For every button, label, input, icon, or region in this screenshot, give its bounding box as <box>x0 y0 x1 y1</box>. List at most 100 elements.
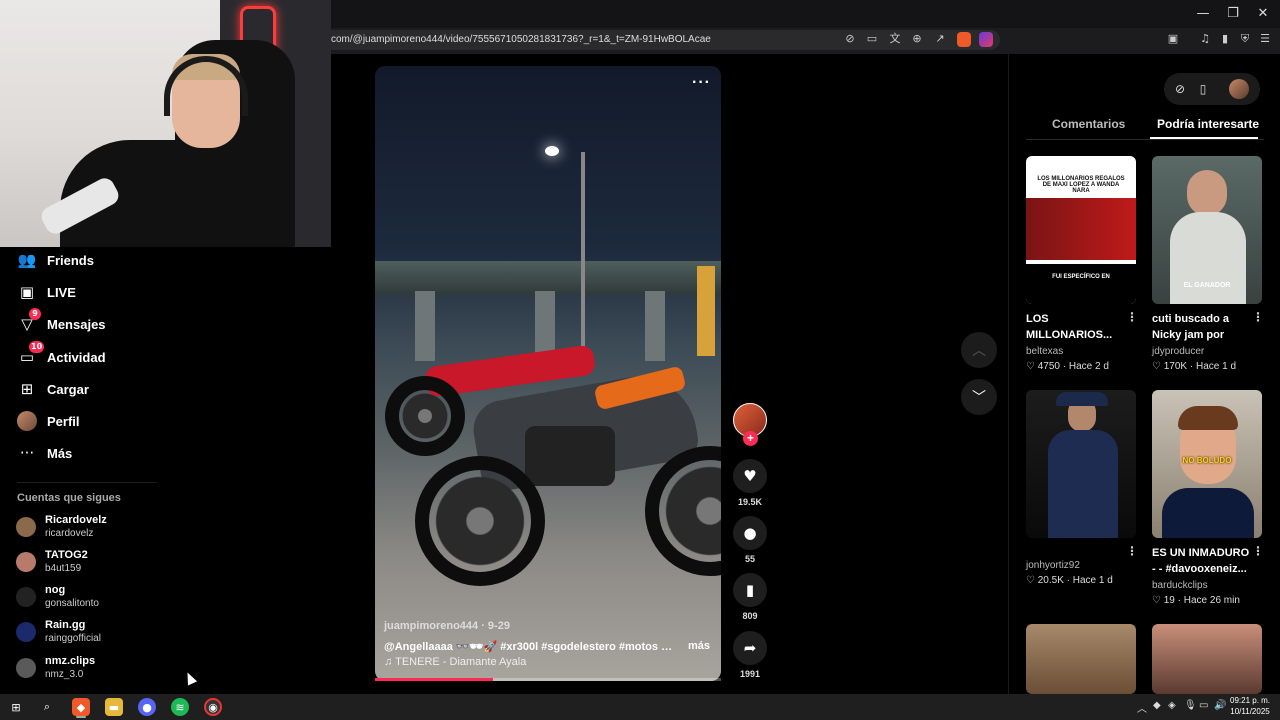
discord-icon[interactable]: ● <box>138 698 156 716</box>
heart-icon[interactable]: ♥ <box>733 459 767 493</box>
save-action[interactable]: ▮ 809 <box>733 573 767 621</box>
account-name: Rain.gg <box>45 619 86 631</box>
card-author[interactable]: jdyproducer <box>1152 346 1204 357</box>
microphone-icon[interactable]: 🎙 <box>1184 700 1197 711</box>
tabs-divider <box>1026 139 1264 140</box>
following-account[interactable]: TATOG2 b4ut159 <box>16 548 88 576</box>
close-window-button[interactable]: ✕ <box>1248 4 1278 24</box>
avatar <box>16 552 36 572</box>
video-thumbnail[interactable] <box>1026 624 1136 694</box>
sidebar-item-activity[interactable]: ▭ 10 Actividad <box>17 341 106 369</box>
device-icon[interactable]: ▯ <box>1194 80 1212 98</box>
brave-browser-icon[interactable]: ◆ <box>72 698 90 716</box>
activity-icon: ▭ 10 <box>19 341 45 366</box>
activity-badge: 10 <box>29 341 45 353</box>
tray-app-icon[interactable]: ◆ <box>1153 700 1161 711</box>
menu-icon[interactable]: ☰ <box>1258 32 1272 46</box>
windows-start-icon[interactable]: ⊞ <box>7 698 25 716</box>
share-icon[interactable]: ↗ <box>933 32 947 46</box>
minimize-button[interactable]: — <box>1188 4 1218 24</box>
file-explorer-icon[interactable]: ▬ <box>105 698 123 716</box>
sidebar-item-profile[interactable]: Perfil <box>17 409 80 433</box>
obs-icon[interactable]: ◉ <box>204 698 222 716</box>
like-action[interactable]: ♥ 19.5K <box>733 459 767 507</box>
previous-video-button[interactable]: ︿ <box>961 332 997 368</box>
translate-icon[interactable]: 文 <box>888 32 902 46</box>
card-author[interactable]: barduckclips <box>1152 580 1208 591</box>
following-account[interactable]: Ricardovelz ricardovelz <box>16 513 107 541</box>
next-video-button[interactable]: ﹀ <box>961 379 997 415</box>
video-thumbnail[interactable] <box>1026 390 1136 538</box>
video-caption[interactable]: @Angellaaaa 👓🕶🚀 #xr300l #sgodelestero #m… <box>384 640 674 653</box>
follow-plus-icon[interactable]: + <box>743 431 758 446</box>
sidebar-item-upload[interactable]: ⊞ Cargar <box>17 377 89 401</box>
thumbnail-caption: FUI ESPECÍFICO EN <box>1052 274 1110 280</box>
share-arrow-icon[interactable]: ➦ <box>733 631 767 665</box>
video-sign <box>697 266 715 356</box>
user-avatar[interactable] <box>1229 79 1249 99</box>
card-menu-icon[interactable]: ⋮ <box>1126 310 1138 324</box>
address-bar-url[interactable]: com/@juampimoreno444/video/7555671050281… <box>331 34 711 45</box>
cast-icon[interactable]: ▭ <box>865 32 879 46</box>
card-title[interactable]: ES UN INMADURO - - #davooxeneiz... <box>1152 545 1252 577</box>
tab-recommended[interactable]: Podría interesarte <box>1157 117 1259 131</box>
more-icon: ··· <box>19 444 35 462</box>
search-icon[interactable]: ⌕ <box>38 698 56 716</box>
sidebar-item-friends[interactable]: 👥 Friends <box>17 248 94 272</box>
card-author[interactable]: beltexas <box>1026 346 1063 357</box>
video-player[interactable] <box>375 66 721 681</box>
video-lamp-post <box>581 152 585 352</box>
battery-icon[interactable]: ▮ <box>1218 32 1232 46</box>
brave-rewards-icon[interactable] <box>979 32 993 47</box>
sidebar-item-label: Perfil <box>47 413 80 429</box>
sidebar-item-more[interactable]: ··· Más <box>17 441 72 465</box>
card-menu-icon[interactable]: ⋮ <box>1126 544 1138 558</box>
avatar <box>16 587 36 607</box>
share-action[interactable]: ➦ 1991 <box>733 631 767 679</box>
following-account[interactable]: nog gonsalitonto <box>16 583 99 611</box>
brave-shields-icon[interactable] <box>957 32 971 47</box>
translate-off-icon[interactable]: ⊘ <box>843 32 857 46</box>
sidebar-item-live[interactable]: ▣ LIVE <box>17 280 76 304</box>
network-icon[interactable]: ▭ <box>1199 700 1208 711</box>
card-menu-icon[interactable]: ⋮ <box>1252 544 1264 558</box>
video-thumbnail[interactable]: LOS MILLONARIOS REGALOS DE MAXI LOPEZ A … <box>1026 156 1136 304</box>
tray-chevron-icon[interactable]: ︿ <box>1137 700 1147 715</box>
video-more-options[interactable]: ··· <box>692 74 711 92</box>
upload-icon: ⊞ <box>20 380 34 398</box>
shield-icon[interactable]: ⛨ <box>1238 32 1252 46</box>
panel-divider <box>1008 54 1009 694</box>
video-music[interactable]: ♫ TENERE - Diamante Ayala <box>384 656 526 668</box>
volume-icon[interactable]: 🔊 <box>1214 700 1226 711</box>
sidebar-item-label: Más <box>47 445 73 461</box>
tab-comments[interactable]: Comentarios <box>1052 117 1125 131</box>
card-stats: ♡ 170K · Hace 1 d <box>1152 361 1237 372</box>
tray-app-icon[interactable]: ◈ <box>1168 700 1176 711</box>
comment-icon[interactable]: ● <box>733 516 767 550</box>
card-title[interactable]: cuti buscado a Nicky jam por los... <box>1152 311 1252 343</box>
comment-action[interactable]: ● 55 <box>733 516 767 564</box>
spotify-icon[interactable]: ≋ <box>171 698 189 716</box>
wallet-icon[interactable]: ▣ <box>1166 32 1180 46</box>
following-account[interactable]: nmz.clips nmz_3.0 <box>16 654 95 682</box>
video-thumbnail[interactable] <box>1152 624 1262 694</box>
messages-icon: ▽ 9 <box>17 308 41 334</box>
sidebar-item-label: Actividad <box>47 349 106 365</box>
card-title[interactable]: LOS MILLONARIOS... <box>1026 311 1126 343</box>
following-account[interactable]: Rain.gg rainggofficial <box>16 618 101 646</box>
card-menu-icon[interactable]: ⋮ <box>1252 310 1264 324</box>
bookmark-icon[interactable]: ▮ <box>733 573 767 607</box>
sidebar-item-messages[interactable]: ▽ 9 Mensajes <box>17 308 106 336</box>
zoom-icon[interactable]: ⊕ <box>910 32 924 46</box>
explore-icon[interactable]: ⊘ <box>1171 80 1189 98</box>
video-author[interactable]: juampimoreno444 · 9-29 <box>384 620 510 632</box>
video-progress-bar[interactable] <box>375 678 721 681</box>
video-thumbnail[interactable]: EL GANADOR <box>1152 156 1262 304</box>
caption-more-link[interactable]: más <box>688 640 710 652</box>
video-thumbnail[interactable]: NO BOLUDO <box>1152 390 1262 538</box>
card-author[interactable]: jonhyortiz92 <box>1026 560 1080 571</box>
music-icon[interactable]: ♫ <box>1198 32 1212 46</box>
restore-button[interactable]: ❐ <box>1218 4 1248 24</box>
sidebar-divider <box>17 482 157 483</box>
taskbar-clock[interactable]: 09:21 p. m. 10/11/2025 <box>1230 695 1270 717</box>
